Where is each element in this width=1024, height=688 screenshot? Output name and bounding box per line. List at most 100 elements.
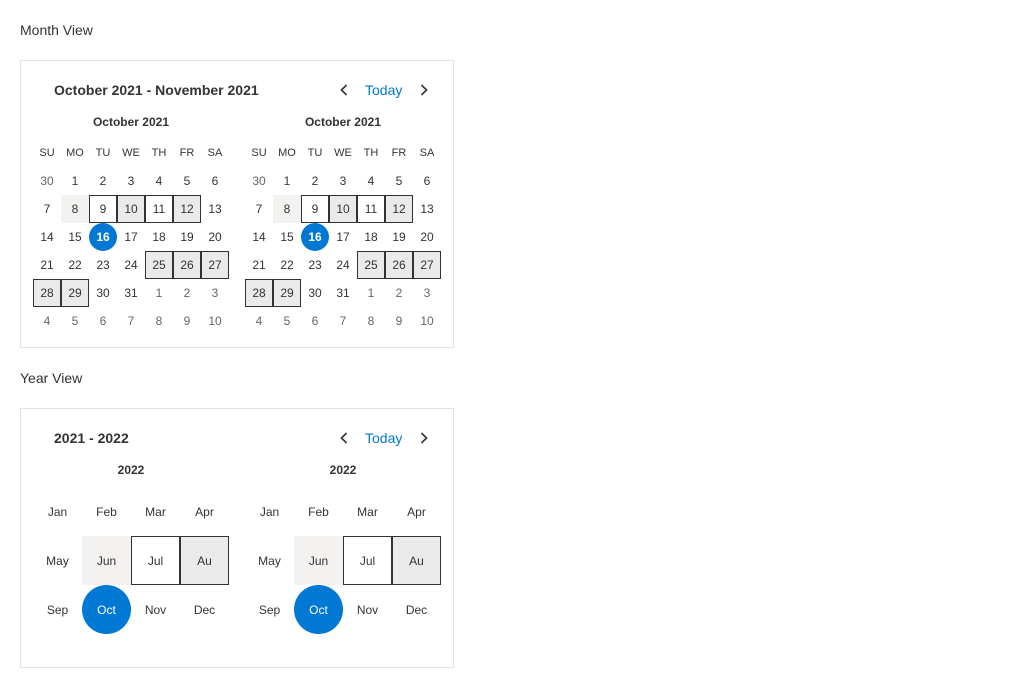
day-cell[interactable]: 3: [201, 279, 229, 307]
day-cell[interactable]: 18: [145, 223, 173, 251]
day-cell[interactable]: 22: [273, 251, 301, 279]
day-cell[interactable]: 2: [89, 167, 117, 195]
day-cell[interactable]: 28: [33, 279, 61, 307]
day-cell[interactable]: 5: [173, 167, 201, 195]
month-cell[interactable]: Jul: [343, 536, 392, 585]
day-cell[interactable]: 26: [385, 251, 413, 279]
day-cell[interactable]: 31: [329, 279, 357, 307]
month-cell[interactable]: Nov: [131, 585, 180, 634]
day-cell[interactable]: 5: [61, 307, 89, 335]
day-cell[interactable]: 7: [33, 195, 61, 223]
day-cell[interactable]: 11: [145, 195, 173, 223]
prev-button[interactable]: [334, 428, 354, 448]
day-cell[interactable]: 1: [145, 279, 173, 307]
day-cell[interactable]: 13: [413, 195, 441, 223]
month-cell[interactable]: Nov: [343, 585, 392, 634]
month-cell[interactable]: Sep: [33, 585, 82, 634]
day-cell[interactable]: 10: [201, 307, 229, 335]
day-cell[interactable]: 31: [117, 279, 145, 307]
day-cell[interactable]: 9: [301, 195, 329, 223]
month-cell-today[interactable]: Oct: [82, 585, 131, 634]
month-cell[interactable]: Feb: [82, 487, 131, 536]
day-cell[interactable]: 19: [173, 223, 201, 251]
day-cell[interactable]: 24: [117, 251, 145, 279]
day-cell[interactable]: 10: [413, 307, 441, 335]
day-cell[interactable]: 24: [329, 251, 357, 279]
day-cell[interactable]: 22: [61, 251, 89, 279]
month-cell[interactable]: Feb: [294, 487, 343, 536]
day-cell[interactable]: 30: [89, 279, 117, 307]
day-cell[interactable]: 2: [173, 279, 201, 307]
day-cell[interactable]: 7: [117, 307, 145, 335]
day-cell[interactable]: 5: [273, 307, 301, 335]
day-cell-today[interactable]: 16: [89, 223, 117, 251]
month-cell[interactable]: Mar: [343, 487, 392, 536]
month-cell[interactable]: May: [33, 536, 82, 585]
month-cell[interactable]: Mar: [131, 487, 180, 536]
day-cell[interactable]: 20: [413, 223, 441, 251]
month-cell[interactable]: Apr: [392, 487, 441, 536]
day-cell[interactable]: 23: [89, 251, 117, 279]
day-cell[interactable]: 30: [301, 279, 329, 307]
day-cell[interactable]: 2: [301, 167, 329, 195]
day-cell[interactable]: 6: [301, 307, 329, 335]
day-cell[interactable]: 1: [61, 167, 89, 195]
day-cell[interactable]: 10: [117, 195, 145, 223]
day-cell[interactable]: 13: [201, 195, 229, 223]
day-cell[interactable]: 19: [385, 223, 413, 251]
day-cell[interactable]: 4: [33, 307, 61, 335]
day-cell[interactable]: 9: [385, 307, 413, 335]
month-cell[interactable]: Jan: [33, 487, 82, 536]
day-cell[interactable]: 7: [245, 195, 273, 223]
day-cell[interactable]: 12: [173, 195, 201, 223]
day-cell[interactable]: 3: [413, 279, 441, 307]
day-cell[interactable]: 11: [357, 195, 385, 223]
month-cell[interactable]: Sep: [245, 585, 294, 634]
day-cell[interactable]: 8: [145, 307, 173, 335]
day-cell[interactable]: 14: [33, 223, 61, 251]
day-cell[interactable]: 3: [329, 167, 357, 195]
day-cell[interactable]: 1: [273, 167, 301, 195]
day-cell[interactable]: 17: [329, 223, 357, 251]
day-cell-today[interactable]: 16: [301, 223, 329, 251]
day-cell[interactable]: 15: [273, 223, 301, 251]
day-cell[interactable]: 30: [245, 167, 273, 195]
day-cell[interactable]: 21: [245, 251, 273, 279]
day-cell[interactable]: 8: [273, 195, 301, 223]
month-cell[interactable]: Dec: [180, 585, 229, 634]
day-cell[interactable]: 15: [61, 223, 89, 251]
next-button[interactable]: [414, 428, 434, 448]
day-cell[interactable]: 25: [357, 251, 385, 279]
day-cell[interactable]: 25: [145, 251, 173, 279]
day-cell[interactable]: 17: [117, 223, 145, 251]
day-cell[interactable]: 28: [245, 279, 273, 307]
day-cell[interactable]: 6: [413, 167, 441, 195]
day-cell[interactable]: 3: [117, 167, 145, 195]
month-cell[interactable]: Au: [392, 536, 441, 585]
day-cell[interactable]: 5: [385, 167, 413, 195]
day-cell[interactable]: 18: [357, 223, 385, 251]
day-cell[interactable]: 4: [245, 307, 273, 335]
day-cell[interactable]: 21: [33, 251, 61, 279]
month-cell[interactable]: Jun: [294, 536, 343, 585]
day-cell[interactable]: 8: [61, 195, 89, 223]
day-cell[interactable]: 4: [357, 167, 385, 195]
day-cell[interactable]: 27: [201, 251, 229, 279]
day-cell[interactable]: 7: [329, 307, 357, 335]
month-cell[interactable]: Jan: [245, 487, 294, 536]
month-cell[interactable]: Au: [180, 536, 229, 585]
day-cell[interactable]: 12: [385, 195, 413, 223]
day-cell[interactable]: 2: [385, 279, 413, 307]
day-cell[interactable]: 27: [413, 251, 441, 279]
day-cell[interactable]: 9: [173, 307, 201, 335]
month-cell[interactable]: Jun: [82, 536, 131, 585]
month-cell[interactable]: Dec: [392, 585, 441, 634]
prev-button[interactable]: [334, 80, 354, 100]
day-cell[interactable]: 29: [273, 279, 301, 307]
day-cell[interactable]: 9: [89, 195, 117, 223]
month-cell-today[interactable]: Oct: [294, 585, 343, 634]
day-cell[interactable]: 10: [329, 195, 357, 223]
next-button[interactable]: [414, 80, 434, 100]
day-cell[interactable]: 6: [89, 307, 117, 335]
today-button[interactable]: Today: [365, 80, 402, 100]
